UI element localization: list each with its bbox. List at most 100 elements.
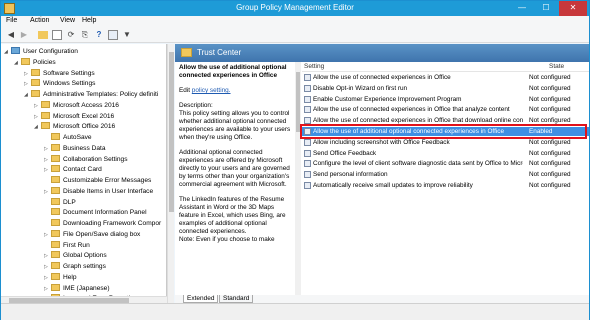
back-icon[interactable]: ◀ (6, 30, 16, 40)
tree-item[interactable]: ◢ Microsoft Office 2016 (34, 122, 115, 131)
tree-item[interactable]: ▷ Microsoft Excel 2016 (34, 111, 114, 122)
setting-row[interactable]: Enable Customer Experience Improvement P… (302, 95, 589, 104)
expanded-arrow-icon[interactable]: ◢ (24, 91, 31, 100)
refresh-icon[interactable]: ⟳ (66, 30, 76, 40)
tree-item[interactable]: ▷ Business Data (44, 143, 106, 154)
forward-icon[interactable]: ▶ (19, 30, 29, 40)
tree-vertical-scrollbar[interactable] (167, 44, 174, 303)
menu-file[interactable]: File (6, 17, 17, 24)
tree-item-label: First Run (63, 241, 90, 249)
toolbar: ◀ ▶ ⟳ ⎘ ? ▼ (1, 28, 589, 43)
tree-item[interactable]: Document Information Panel (44, 208, 147, 217)
setting-row[interactable]: Allow the use of connected experiences i… (302, 73, 589, 82)
tree-item[interactable]: ▷ Software Settings (24, 68, 95, 79)
column-header-state[interactable]: State (524, 62, 589, 72)
tree-item[interactable]: First Run (44, 240, 90, 250)
collapsed-arrow-icon[interactable]: ▷ (44, 231, 51, 240)
collapsed-arrow-icon[interactable]: ▷ (44, 188, 51, 197)
tree-item[interactable]: Customizable Error Messages (44, 176, 151, 185)
export-list-icon[interactable]: ⎘ (80, 30, 90, 40)
tree-item-label: AutoSave (63, 134, 92, 141)
policy-setting-icon (304, 160, 311, 168)
folder-up-icon[interactable] (38, 31, 48, 39)
description-scrollbar[interactable] (295, 62, 301, 295)
collapsed-arrow-icon[interactable]: ▷ (24, 80, 31, 89)
tree-horizontal-scrollbar[interactable] (1, 296, 167, 303)
setting-row[interactable]: Disable Opt-in Wizard on first run Not co… (302, 84, 589, 93)
policy-setting-icon (304, 106, 311, 114)
title-bar[interactable]: Group Policy Management Editor — ☐ ✕ (1, 1, 589, 16)
tab-extended[interactable]: Extended (183, 295, 219, 303)
menu-help[interactable]: Help (82, 17, 96, 24)
setting-row[interactable]: Send Office Feedback Not configured (302, 149, 589, 158)
folder-icon (51, 143, 60, 151)
tree-item[interactable]: ▷ Contact Card (44, 165, 102, 174)
close-button[interactable]: ✕ (559, 1, 587, 16)
tree-item[interactable]: ◢ Administrative Templates: Policy defini… (24, 90, 158, 99)
tree-item-label: Business Data (63, 144, 106, 152)
tree-item[interactable]: ▷ IME (Japanese) (44, 283, 110, 294)
tree-item-label: Windows Settings (43, 80, 96, 88)
tree-item[interactable]: ▷ Graph settings (44, 262, 106, 271)
scrollbar-thumb[interactable] (169, 52, 174, 212)
collapsed-arrow-icon[interactable]: ▷ (34, 113, 41, 122)
policy-setting-icon (304, 171, 311, 179)
folder-icon (51, 283, 60, 291)
expanded-arrow-icon[interactable]: ◢ (4, 48, 11, 57)
collapsed-arrow-icon[interactable]: ▷ (24, 70, 31, 79)
tree-item[interactable]: ▷ Collaboration Settings (44, 154, 128, 165)
setting-row[interactable]: Send personal information Not configured (302, 170, 589, 179)
help-icon[interactable]: ? (94, 30, 104, 40)
setting-row[interactable]: Automatically receive small updates to i… (302, 181, 589, 190)
tree-item-label: DLP (63, 198, 76, 206)
menu-view[interactable]: View (60, 17, 75, 24)
setting-state: Not configured (529, 182, 571, 189)
setting-row[interactable]: Configure the level of client software d… (302, 159, 589, 168)
folder-icon (51, 272, 60, 280)
minimize-button[interactable]: — (511, 1, 533, 16)
folder-icon (21, 57, 30, 65)
column-header-setting[interactable]: Setting (302, 62, 524, 72)
tree-item[interactable]: ▷ Help (44, 272, 77, 283)
setting-row[interactable]: Allow the use of connected experiences i… (302, 105, 589, 114)
tree-item[interactable]: ▷ Windows Settings (24, 79, 95, 88)
tab-standard[interactable]: Standard (219, 295, 254, 303)
menu-action[interactable]: Action (30, 17, 49, 24)
tree-item[interactable]: AutoSave (44, 133, 92, 142)
tree-item[interactable]: ▷ Disable Items in User Interface (44, 186, 153, 197)
collapsed-arrow-icon[interactable]: ▷ (44, 252, 51, 261)
collapsed-arrow-icon[interactable]: ▷ (44, 285, 51, 294)
tree-item[interactable]: ▷ Global Options (44, 251, 107, 260)
panel-header-title: Trust Center (197, 48, 242, 57)
collapsed-arrow-icon[interactable]: ▷ (44, 263, 51, 272)
collapsed-arrow-icon[interactable]: ▷ (44, 274, 51, 283)
folder-icon (31, 79, 40, 87)
tree-item[interactable]: Downloading Framework Compor (44, 219, 161, 228)
collapsed-arrow-icon[interactable]: ▷ (44, 166, 51, 175)
setting-state: Not configured (529, 138, 571, 146)
collapsed-arrow-icon[interactable]: ▷ (44, 145, 51, 154)
policy-setting-icon (304, 182, 311, 189)
panel-header: Trust Center (175, 44, 589, 62)
show-hide-tree-icon[interactable] (52, 30, 62, 40)
tree-item[interactable]: ◢ Policies (14, 57, 56, 68)
tree-item[interactable]: ◢ User Configuration (4, 47, 78, 56)
collapsed-arrow-icon[interactable]: ▷ (44, 156, 51, 165)
expanded-arrow-icon[interactable]: ◢ (14, 59, 21, 68)
description-label: Description: (179, 102, 213, 109)
setting-state: Not configured (529, 84, 571, 92)
properties-icon[interactable] (108, 30, 118, 40)
setting-row[interactable]: Allow including screenshot with Office F… (302, 138, 589, 147)
tree-item[interactable]: DLP (44, 197, 76, 207)
collapsed-arrow-icon[interactable]: ▷ (34, 102, 41, 111)
tree-item[interactable]: ▷ File Open/Save dialog box (44, 229, 140, 240)
filter-icon[interactable]: ▼ (122, 30, 132, 40)
folder-icon (51, 165, 60, 173)
scrollbar-thumb[interactable] (296, 72, 300, 132)
tree-item[interactable]: ▷ Microsoft Access 2016 (34, 100, 119, 111)
expanded-arrow-icon[interactable]: ◢ (34, 123, 41, 132)
maximize-button[interactable]: ☐ (535, 1, 557, 16)
edit-policy-link[interactable]: policy setting. (192, 87, 231, 94)
gpo-editor-window: Group Policy Management Editor — ☐ ✕ Fil… (0, 0, 590, 320)
policy-setting-icon (304, 84, 311, 92)
